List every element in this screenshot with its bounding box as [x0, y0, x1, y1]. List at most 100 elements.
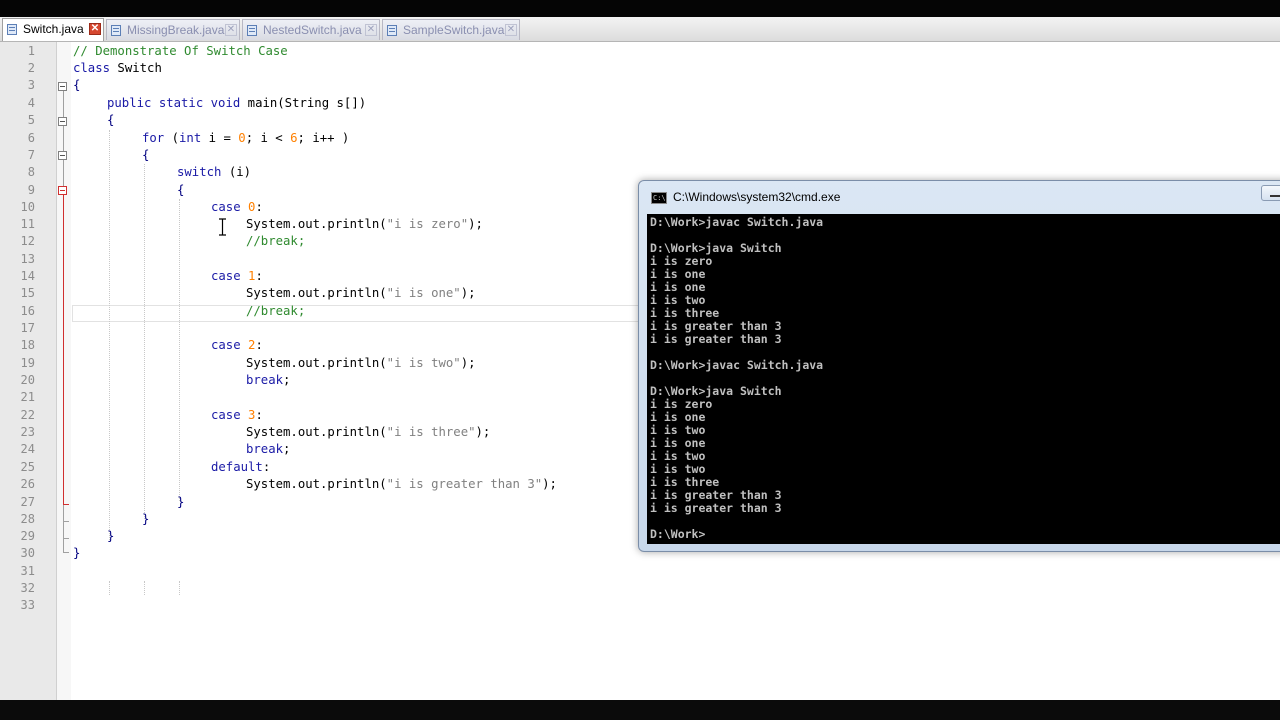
fold-end: [63, 538, 69, 539]
line-number: 9: [27, 183, 35, 197]
line-number: 13: [20, 252, 35, 266]
code-line-7: {: [142, 148, 150, 162]
code-line-15: System.out.println("i is one");: [246, 286, 476, 300]
code-line-18: case 2:: [211, 338, 263, 352]
line-number: 5: [27, 113, 35, 127]
line-number: 1: [27, 44, 35, 58]
code-line-8: switch (i): [177, 165, 252, 179]
tab-label: SampleSwitch.java: [403, 23, 505, 37]
status-bar: [0, 700, 1280, 720]
code-line-29: }: [107, 529, 115, 543]
tab-sampleswitch-java[interactable]: SampleSwitch.java ✕: [382, 19, 520, 40]
fold-toggle-icon[interactable]: [58, 186, 67, 195]
tab-nestedswitch-java[interactable]: NestedSwitch.java ✕: [242, 19, 380, 40]
line-number: 21: [20, 390, 35, 404]
tab-bar: Switch.java ✕ MissingBreak.java ✕ Nested…: [0, 17, 1280, 42]
line-number: 3: [27, 78, 35, 92]
code-line-26: System.out.println("i is greater than 3"…: [246, 477, 557, 491]
line-number: 30: [20, 546, 35, 560]
cmd-window[interactable]: C:\ C:\Windows\system32\cmd.exe D:\Work>…: [638, 180, 1280, 552]
line-number: 31: [20, 564, 35, 578]
code-line-19: System.out.println("i is two");: [246, 356, 476, 370]
console-output[interactable]: D:\Work>javac Switch.java D:\Work>java Sw…: [647, 214, 1280, 544]
fold-toggle-icon[interactable]: [58, 82, 67, 91]
indent-guide: [179, 199, 180, 501]
code-line-20: break;: [246, 373, 291, 387]
tab-switch-java[interactable]: Switch.java ✕: [2, 18, 104, 41]
close-icon[interactable]: ✕: [89, 23, 101, 35]
code-line-28: }: [142, 512, 150, 526]
line-number: 7: [27, 148, 35, 162]
line-number: 24: [20, 442, 35, 456]
tab-missingbreak-java[interactable]: MissingBreak.java ✕: [106, 19, 240, 40]
code-line-23: System.out.println("i is three");: [246, 425, 491, 439]
code-line-6: for (int i = 0; i < 6; i++ ): [142, 131, 350, 145]
line-number: 26: [20, 477, 35, 491]
java-file-icon: [387, 25, 397, 36]
code-line-4: public static void main(String s[]): [107, 96, 367, 110]
code-line-14: case 1:: [211, 269, 263, 283]
line-number: 25: [20, 460, 35, 474]
code-line-9: {: [177, 183, 185, 197]
line-number: 6: [27, 131, 35, 145]
code-line-16: //break;: [246, 304, 306, 318]
console-line: D:\Work>javac Switch.java: [650, 215, 824, 229]
line-number: 15: [20, 286, 35, 300]
console-line: i is greater than 3: [650, 501, 782, 515]
indent-guide: [109, 581, 110, 595]
console-line: D:\Work>javac Switch.java: [650, 358, 824, 372]
code-line-24: break;: [246, 442, 291, 456]
close-icon[interactable]: ✕: [505, 24, 517, 36]
fold-end: [63, 521, 69, 522]
line-number: 14: [20, 269, 35, 283]
fold-end: [63, 552, 69, 553]
line-number: 10: [20, 200, 35, 214]
fold-line: [63, 195, 64, 504]
fold-toggle-icon[interactable]: [58, 151, 67, 160]
console-line: i is greater than 3: [650, 332, 782, 346]
console-icon: C:\: [651, 192, 667, 204]
minimize-button[interactable]: [1261, 185, 1280, 201]
fold-end: [63, 504, 69, 505]
line-number: 27: [20, 495, 35, 509]
tab-label: NestedSwitch.java: [263, 23, 362, 37]
line-number: 2: [27, 61, 35, 75]
tab-label: MissingBreak.java: [127, 23, 225, 37]
code-line-25: default:: [211, 460, 271, 474]
tab-label: Switch.java: [23, 22, 84, 36]
line-number: 17: [20, 321, 35, 335]
code-line-2: class Switch: [73, 61, 162, 75]
line-number: 11: [20, 217, 35, 231]
fold-margin: [57, 42, 71, 700]
indent-guide: [179, 581, 180, 595]
current-line-highlight: [72, 305, 652, 322]
console-line: D:\Work>: [650, 527, 706, 541]
java-file-icon: [7, 24, 17, 35]
line-number: 22: [20, 408, 35, 422]
java-file-icon: [111, 25, 121, 36]
line-number: 32: [20, 581, 35, 595]
line-number: 8: [27, 165, 35, 179]
line-number: 29: [20, 529, 35, 543]
indent-guide: [144, 164, 145, 519]
line-number: 33: [20, 598, 35, 612]
line-number: 16: [20, 304, 35, 318]
top-strip: [0, 0, 1280, 17]
text-cursor-icon: [219, 218, 226, 236]
line-number: 28: [20, 512, 35, 526]
close-icon[interactable]: ✕: [365, 24, 377, 36]
code-line-30: }: [73, 546, 81, 560]
line-number: 4: [27, 96, 35, 110]
fold-toggle-icon[interactable]: [58, 117, 67, 126]
close-icon[interactable]: ✕: [225, 24, 237, 36]
java-file-icon: [247, 25, 257, 36]
code-line-1: // Demonstrate Of Switch Case: [73, 44, 288, 58]
line-number: 18: [20, 338, 35, 352]
indent-guide: [144, 581, 145, 595]
line-number: 20: [20, 373, 35, 387]
cmd-title-text: C:\Windows\system32\cmd.exe: [673, 190, 841, 204]
line-number: 23: [20, 425, 35, 439]
code-line-3: {: [73, 78, 81, 92]
line-number: 19: [20, 356, 35, 370]
code-line-22: case 3:: [211, 408, 263, 422]
